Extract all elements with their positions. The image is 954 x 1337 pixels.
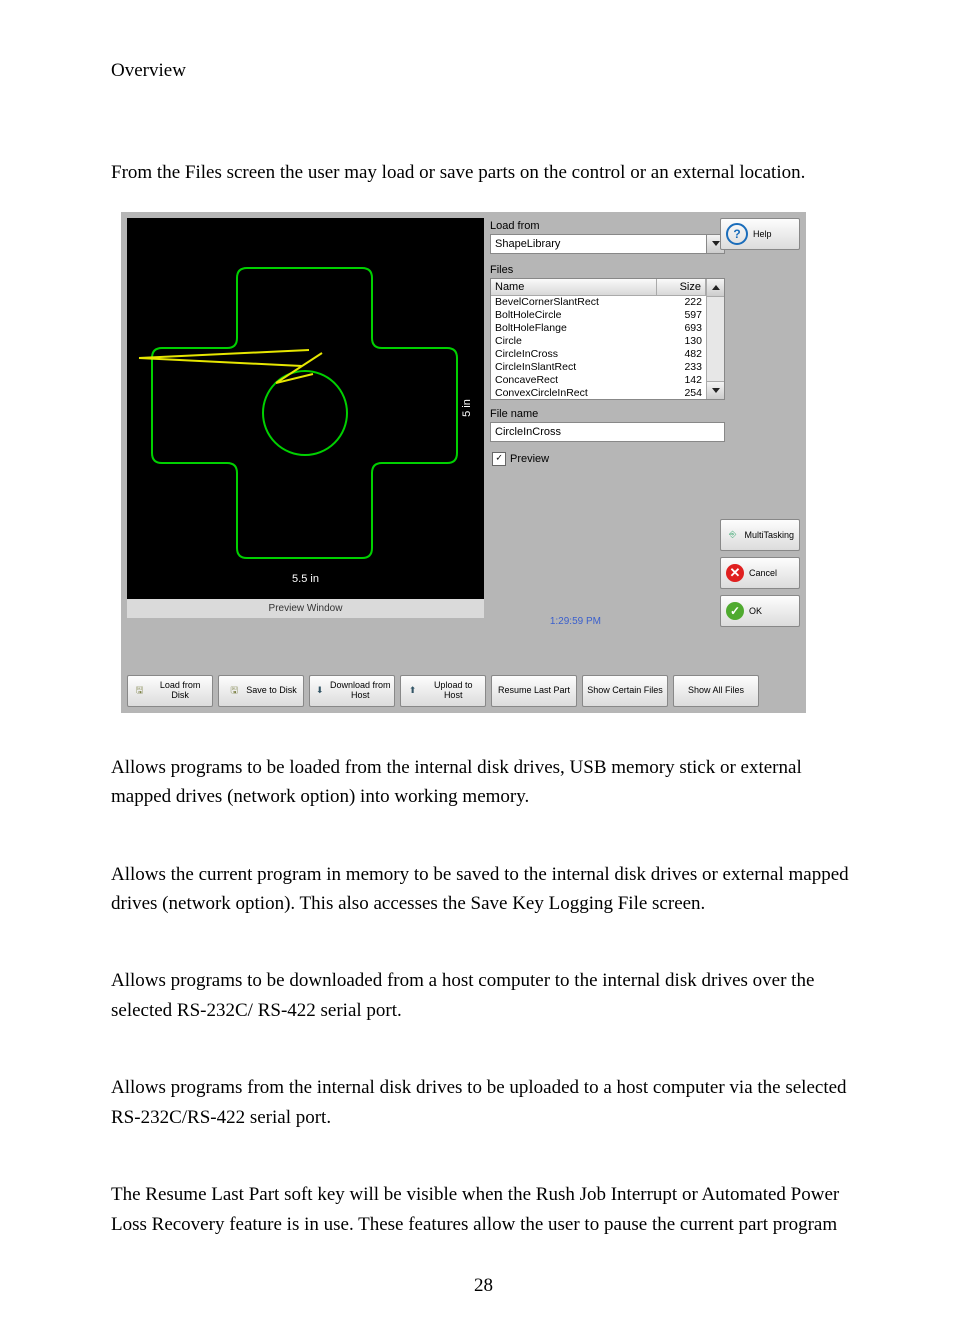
file-size: 693 (662, 322, 702, 335)
intro-paragraph: From the Files screen the user may load … (111, 160, 856, 186)
help-icon: ? (726, 223, 748, 245)
file-size: 130 (662, 335, 702, 348)
ok-label: OK (749, 606, 762, 616)
load-from-value: ShapeLibrary (495, 238, 560, 250)
file-name-input[interactable]: CircleInCross (490, 422, 725, 442)
upload-icon: ⬆ (404, 682, 421, 700)
show-all-files-label: Show All Files (688, 686, 744, 695)
save-to-disk-button[interactable]: 🖫 Save to Disk (218, 675, 304, 707)
file-name: BoltHoleFlange (495, 322, 662, 335)
page-title: Overview (111, 60, 856, 82)
load-from-label: Load from (490, 220, 725, 232)
dimension-horizontal: 5.5 in (127, 573, 484, 585)
load-from-disk-label: Load from Disk (151, 681, 209, 700)
files-screen-screenshot: 5.5 in 5 in Preview Window Load from Sha… (121, 212, 806, 713)
files-listbox[interactable]: Name Size BevelCornerSlantRect222BoltHol… (490, 278, 725, 400)
ok-icon: ✓ (726, 602, 744, 620)
disk-icon: 🖫 (131, 682, 148, 700)
file-row[interactable]: BevelCornerSlantRect222 (491, 296, 706, 309)
file-size: 254 (662, 387, 702, 399)
show-certain-files-button[interactable]: Show Certain Files (582, 675, 668, 707)
page-number: 28 (111, 1275, 856, 1297)
load-from-dropdown[interactable]: ShapeLibrary (490, 234, 725, 254)
file-name: Circle (495, 335, 662, 348)
file-size: 482 (662, 348, 702, 361)
part-shape-drawing (127, 218, 484, 588)
show-all-files-button[interactable]: Show All Files (673, 675, 759, 707)
paragraph-load: Allows programs to be loaded from the in… (111, 753, 856, 812)
cancel-icon: ✕ (726, 564, 744, 582)
preview-checkbox-label: Preview (510, 453, 549, 465)
upload-to-host-button[interactable]: ⬆ Upload to Host (400, 675, 486, 707)
cancel-button[interactable]: ✕ Cancel (720, 557, 800, 589)
column-header-size[interactable]: Size (657, 279, 706, 296)
file-row[interactable]: BoltHoleCircle597 (491, 309, 706, 322)
ok-button[interactable]: ✓ OK (720, 595, 800, 627)
file-name: BoltHoleCircle (495, 309, 662, 322)
clock-timestamp: 1:29:59 PM (127, 616, 601, 627)
file-row[interactable]: BoltHoleFlange693 (491, 322, 706, 335)
dimension-vertical: 5 in (461, 399, 473, 417)
disk-icon: 🖫 (225, 682, 243, 700)
file-size: 233 (662, 361, 702, 374)
bottom-button-bar: 🖫 Load from Disk 🖫 Save to Disk ⬇ Downlo… (127, 675, 800, 705)
multitasking-icon: ⎆ (726, 526, 739, 544)
file-size: 142 (662, 374, 702, 387)
save-to-disk-label: Save to Disk (246, 686, 297, 695)
file-row[interactable]: ConcaveRect142 (491, 374, 706, 387)
file-row[interactable]: ConvexCircleInRect254 (491, 387, 706, 399)
help-label: Help (753, 229, 772, 239)
file-name-value: CircleInCross (495, 426, 561, 438)
paragraph-save: Allows the current program in memory to … (111, 860, 856, 919)
file-name: CircleInCross (495, 348, 662, 361)
paragraph-download: Allows programs to be downloaded from a … (111, 966, 856, 1025)
files-label: Files (490, 264, 725, 276)
file-row[interactable]: CircleInSlantRect233 (491, 361, 706, 374)
load-from-disk-button[interactable]: 🖫 Load from Disk (127, 675, 213, 707)
download-from-host-button[interactable]: ⬇ Download from Host (309, 675, 395, 707)
multitasking-label: MultiTasking (744, 530, 794, 540)
file-controls-pane: Load from ShapeLibrary Files Name Size B… (490, 218, 725, 622)
resume-last-part-button[interactable]: Resume Last Part (491, 675, 577, 707)
checkbox-icon[interactable] (492, 452, 506, 466)
download-from-host-label: Download from Host (330, 681, 391, 700)
cancel-label: Cancel (749, 568, 777, 578)
file-row[interactable]: CircleInCross482 (491, 348, 706, 361)
paragraph-upload: Allows programs from the internal disk d… (111, 1073, 856, 1132)
file-size: 222 (662, 296, 702, 309)
file-row[interactable]: Circle130 (491, 335, 706, 348)
file-name: ConvexCircleInRect (495, 387, 662, 399)
file-name: BevelCornerSlantRect (495, 296, 662, 309)
paragraph-resume: The Resume Last Part soft key will be vi… (111, 1180, 856, 1239)
file-name: ConcaveRect (495, 374, 662, 387)
file-size: 597 (662, 309, 702, 322)
preview-pane: 5.5 in 5 in Preview Window (127, 218, 484, 618)
resume-last-part-label: Resume Last Part (498, 686, 570, 695)
right-button-rail: ? Help ⎆ MultiTasking ✕ Cancel ✓ OK (720, 218, 800, 633)
multitasking-button[interactable]: ⎆ MultiTasking (720, 519, 800, 551)
file-name-label: File name (490, 408, 725, 420)
part-preview-canvas: 5.5 in 5 in (127, 218, 484, 599)
help-button[interactable]: ? Help (720, 218, 800, 250)
download-icon: ⬇ (313, 682, 327, 700)
preview-checkbox[interactable]: Preview (492, 452, 725, 466)
file-name: CircleInSlantRect (495, 361, 662, 374)
show-certain-files-label: Show Certain Files (587, 686, 663, 695)
column-header-name[interactable]: Name (491, 279, 657, 296)
upload-to-host-label: Upload to Host (424, 681, 482, 700)
